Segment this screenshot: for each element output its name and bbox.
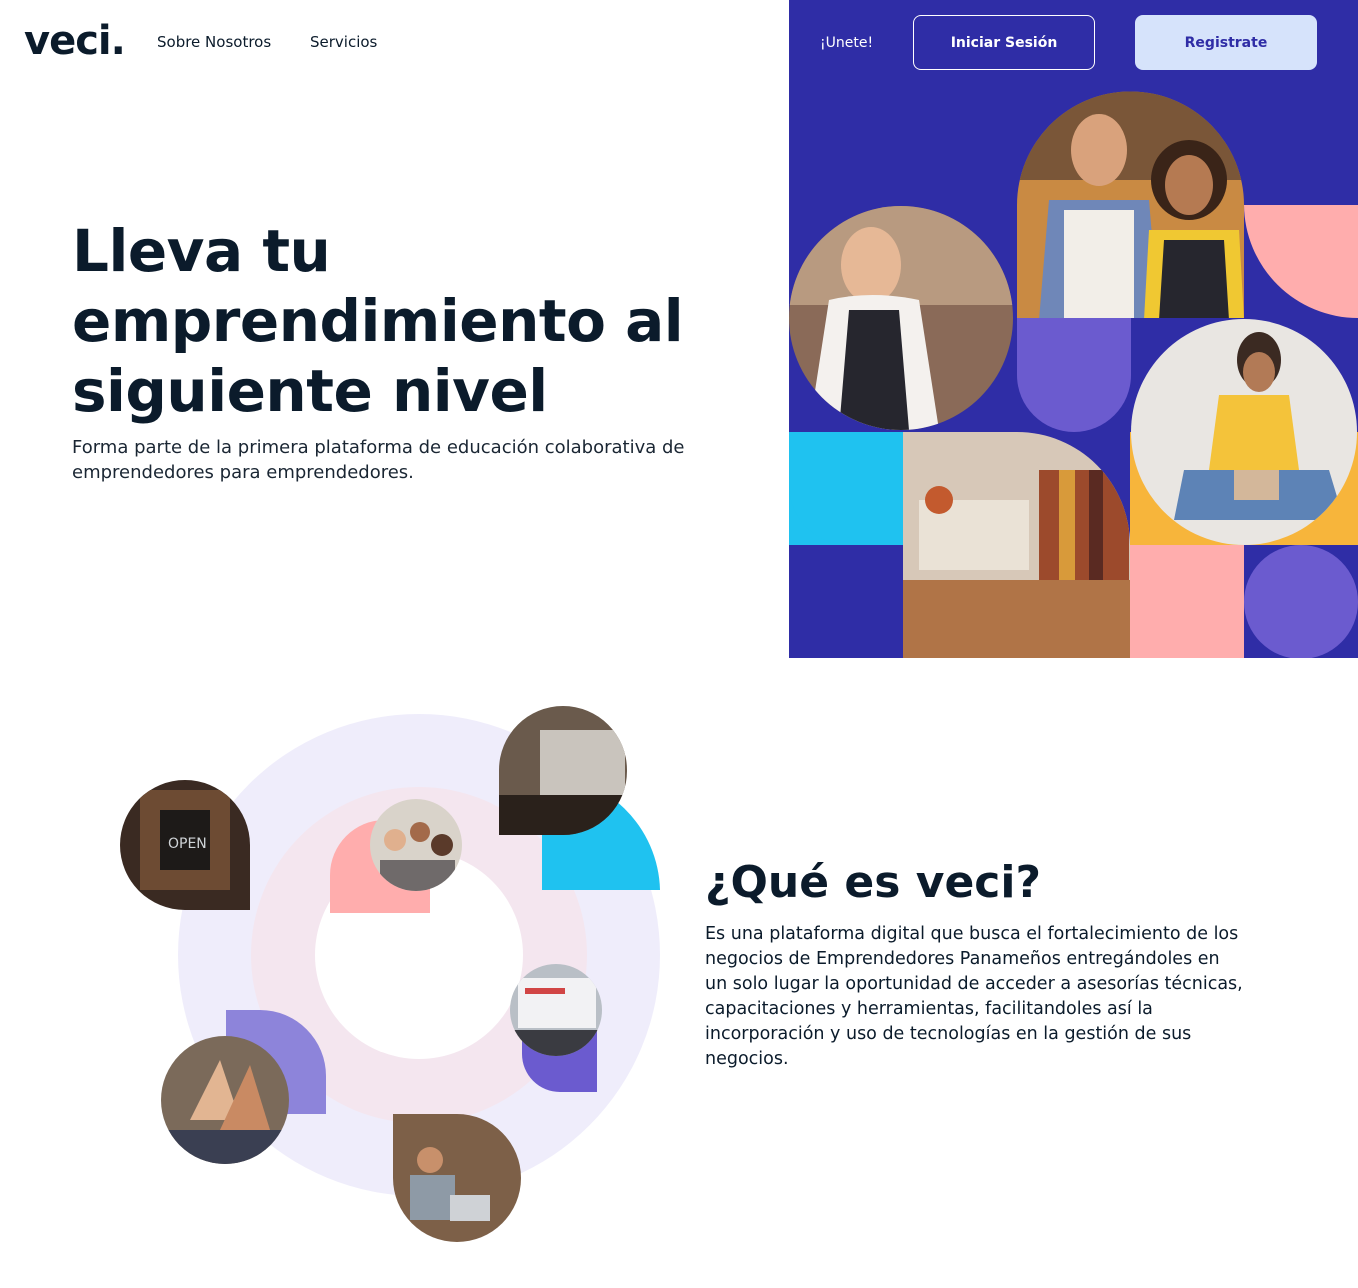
about-body: Es una plataforma digital que busca el f… bbox=[705, 924, 1243, 1069]
nav-servicios[interactable]: Servicios bbox=[310, 33, 377, 51]
login-button[interactable]: Iniciar Sesión bbox=[913, 15, 1095, 70]
about-illustration: OPEN bbox=[120, 706, 660, 1242]
photo-open-sign: OPEN bbox=[120, 780, 250, 910]
hero-title: Lleva tu emprendimiento al siguiente niv… bbox=[72, 216, 772, 426]
logo[interactable]: veci. bbox=[24, 18, 126, 64]
join-text: ¡Unete! bbox=[820, 35, 874, 51]
hero-subtitle: Forma parte de la primera plataforma de … bbox=[72, 437, 685, 483]
nav-sobre-nosotros[interactable]: Sobre Nosotros bbox=[157, 33, 271, 51]
hero-collage bbox=[789, 0, 1358, 658]
photo-high-five bbox=[161, 1036, 289, 1164]
photo-couple-apron bbox=[1017, 91, 1244, 318]
hero-title-line: siguiente nivel bbox=[72, 357, 548, 425]
hero-title-line: emprendimiento al bbox=[72, 287, 684, 355]
collage-shapes bbox=[789, 91, 1358, 658]
svg-text:OPEN: OPEN bbox=[168, 836, 207, 852]
photo-woman-phone bbox=[1131, 319, 1357, 545]
about-title: ¿Qué es veci? bbox=[705, 857, 1041, 908]
register-button[interactable]: Registrate bbox=[1135, 15, 1317, 70]
photo-woman-apron bbox=[789, 206, 1013, 430]
hero-title-line: Lleva tu bbox=[72, 217, 331, 285]
photo-clothing-store bbox=[903, 432, 1130, 658]
